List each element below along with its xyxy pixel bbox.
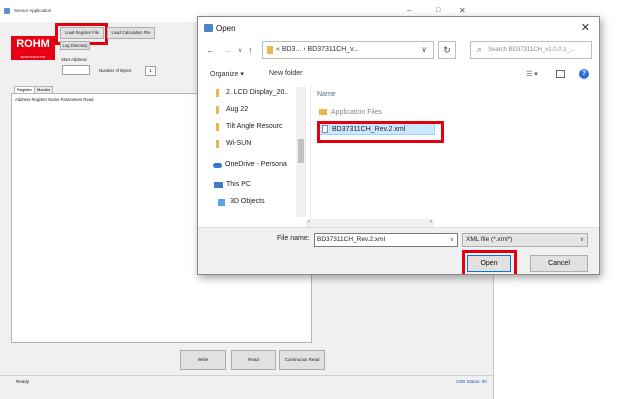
load-calculation-file-button[interactable]: Load Calculation File <box>107 27 155 39</box>
file-name: Application Files <box>331 109 382 116</box>
nav-item-label: Aug 22 <box>226 106 249 113</box>
address-dropdown-icon[interactable]: ∨ <box>421 45 427 54</box>
continuous-read-button[interactable]: Continuous Read <box>279 350 325 370</box>
scroll-right-icon[interactable]: › <box>430 219 432 225</box>
folder-icon <box>319 109 327 116</box>
horizontal-scrollbar[interactable]: ‹ › <box>306 219 434 227</box>
search-icon: ⌕ <box>477 44 483 54</box>
close-button[interactable]: ✕ <box>459 7 466 15</box>
app-title: Sensor Application <box>14 8 52 13</box>
highlight-box-open-button <box>462 250 517 274</box>
search-placeholder: Search BD37311CH_v1.0.0.1_... <box>488 47 575 53</box>
file-type-value: XML file (*.xml*) <box>466 236 513 243</box>
open-dialog: Open ✕ ← → ∨ ↑ « BD3... › BD37311CH_v...… <box>197 16 600 275</box>
address-path: « BD3... › BD37311CH_v... <box>276 46 359 53</box>
cancel-button[interactable]: Cancel <box>530 255 588 272</box>
nav-item-label: 3D Objects <box>230 198 265 205</box>
file-type-dropdown-icon[interactable]: ∨ <box>580 234 584 246</box>
register-table-header: Address Register Name Parameters Read <box>15 97 94 102</box>
computer-icon <box>214 182 223 188</box>
organize-menu[interactable]: Organize ▾ <box>210 70 244 78</box>
cloud-icon <box>213 163 222 168</box>
column-header-name[interactable]: Name <box>317 91 336 98</box>
maximize-button[interactable]: □ <box>436 7 440 15</box>
usb-status: USB Status: 00 <box>456 379 487 384</box>
nav-scroll-thumb[interactable] <box>298 139 304 163</box>
recent-dropdown-icon[interactable]: ∨ <box>238 47 242 54</box>
app-icon <box>4 8 10 14</box>
minimize-button[interactable]: – <box>407 7 411 15</box>
nav-scrollbar[interactable] <box>296 87 306 217</box>
dialog-close-icon[interactable]: ✕ <box>581 21 590 34</box>
nav-item-label: Tilt Angle Resourc <box>226 123 283 130</box>
file-name-dropdown-icon[interactable]: ∨ <box>450 234 454 246</box>
write-button[interactable]: Write <box>180 350 226 370</box>
pin-icon <box>216 123 219 131</box>
preview-pane-icon[interactable] <box>556 70 565 78</box>
start-address-label: Start Address <box>61 57 87 62</box>
nav-item-label: This PC <box>226 181 251 188</box>
logo-subtext: SEMICONDUCTOR <box>20 55 46 59</box>
dialog-title: Open <box>216 24 236 33</box>
tab-monitor[interactable]: Monitor <box>34 86 54 93</box>
number-of-bytes-input[interactable]: 1 <box>145 66 156 76</box>
number-of-bytes-label: Number of Bytes: <box>99 68 133 73</box>
log-directory-button[interactable]: Log Directory <box>60 41 90 50</box>
highlight-box-selected-file <box>317 121 444 143</box>
logo-text: ROHM <box>16 38 50 50</box>
nav-item-label: Wi-SUN <box>226 140 252 147</box>
tab-register[interactable]: Register <box>14 86 35 93</box>
list-item[interactable]: Application Files <box>319 109 382 116</box>
rohm-logo: ROHM SEMICONDUCTOR <box>11 36 55 60</box>
new-folder-button[interactable]: New folder <box>269 70 302 77</box>
read-button[interactable]: Read <box>231 350 276 370</box>
start-address-input[interactable] <box>62 65 90 75</box>
file-name-label: File name: <box>277 235 310 242</box>
forward-arrow-icon[interactable]: → <box>223 45 232 55</box>
status-bar-divider <box>0 375 494 376</box>
dialog-footer: File name: BD37311CH_Rev.2.xml ∨ XML fil… <box>198 227 599 274</box>
file-name-input[interactable]: BD37311CH_Rev.2.xml ∨ <box>314 233 458 247</box>
folder-icon <box>267 46 273 54</box>
up-arrow-icon[interactable]: ↑ <box>248 45 253 55</box>
navigation-pane: 2. LCD Display_20.. Aug 22 Tilt Angle Re… <box>198 85 306 219</box>
file-type-select[interactable]: XML file (*.xml*) ∨ <box>462 233 588 247</box>
refresh-icon[interactable]: ↻ <box>438 41 456 59</box>
nav-item-label: 2. LCD Display_20.. <box>226 89 289 96</box>
view-options-icon[interactable]: ☰ ▾ <box>526 70 538 78</box>
help-icon[interactable]: ? <box>579 69 589 79</box>
dialog-toolbar: Organize ▾ New folder ☰ ▾ ? <box>198 63 599 85</box>
pin-icon <box>216 140 219 148</box>
search-box[interactable]: ⌕ Search BD37311CH_v1.0.0.1_... <box>470 41 592 59</box>
dialog-icon <box>204 24 213 32</box>
status-text: Ready <box>16 379 30 384</box>
file-list: Name Application Files BD37311CH_Rev.2.x… <box>310 85 596 219</box>
nav-item-label: OneDrive - Persona <box>225 161 287 168</box>
cube-icon <box>218 199 225 206</box>
scroll-left-icon[interactable]: ‹ <box>308 219 310 225</box>
file-name-value: BD37311CH_Rev.2.xml <box>317 236 386 243</box>
screen: Sensor Application – □ ✕ ROHM SEMICONDUC… <box>0 0 629 399</box>
pin-icon <box>216 89 219 97</box>
address-bar[interactable]: « BD3... › BD37311CH_v... ∨ <box>262 41 434 59</box>
back-arrow-icon[interactable]: ← <box>206 45 215 55</box>
pin-icon <box>216 106 219 114</box>
